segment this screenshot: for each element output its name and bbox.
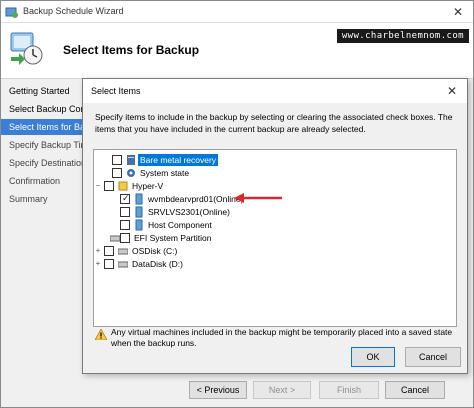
step-specify-destination: Specify Destination xyxy=(9,158,87,168)
tree-node-system-state[interactable]: System state xyxy=(102,167,402,179)
tree-label: EFI System Partition xyxy=(134,233,212,243)
tree-label: Host Component xyxy=(148,220,212,230)
wizard-titlebar: Backup Schedule Wizard ✕ xyxy=(1,1,473,23)
host-component-icon xyxy=(135,219,143,231)
tree-label: SRVLVS2301(Online) xyxy=(148,207,230,217)
backup-app-icon xyxy=(5,7,18,18)
bare-metal-icon xyxy=(127,155,135,165)
watermark-url: www.charbelnemnom.com xyxy=(336,29,469,43)
system-state-checkbox[interactable] xyxy=(112,168,122,178)
vm-checkbox[interactable] xyxy=(120,207,130,217)
osdisk-checkbox[interactable] xyxy=(104,246,114,256)
tree-label: Hyper-V xyxy=(132,181,164,191)
warning-text: Any virtual machines included in the bac… xyxy=(111,327,453,348)
vm-icon xyxy=(135,206,143,218)
warning-icon xyxy=(95,329,107,340)
items-tree[interactable]: Bare metal recovery System state − Hyper… xyxy=(93,149,457,327)
finish-button: Finish xyxy=(319,381,379,399)
expand-icon[interactable]: + xyxy=(94,260,102,268)
step-select-backup-config[interactable]: Select Backup Conf xyxy=(1,101,89,117)
page-title: Select Items for Backup xyxy=(63,43,200,57)
select-items-dialog: Select Items ✕ Specify items to include … xyxy=(82,78,468,374)
dialog-titlebar: Select Items ✕ xyxy=(83,79,467,103)
hyperv-icon xyxy=(118,181,128,191)
wizard-title: Backup Schedule Wizard xyxy=(23,6,124,16)
tree-label: wvmbdearvprd01(Online) xyxy=(148,194,244,204)
drive-icon xyxy=(110,235,120,242)
datadisk-checkbox[interactable] xyxy=(104,259,114,269)
vm-icon xyxy=(135,193,143,205)
tree-node-host-component[interactable]: Host Component xyxy=(110,219,410,231)
tree-node-vm-wvmbdearvprd01[interactable]: wvmbdearvprd01(Online) xyxy=(110,193,410,205)
dialog-title: Select Items xyxy=(91,86,141,96)
step-specify-backup-time: Specify Backup Tim xyxy=(9,140,89,150)
tree-node-osdisk[interactable]: + OSDisk (C:) xyxy=(94,245,394,257)
wizard-header: Select Items for Backup www.charbelnemno… xyxy=(1,23,473,79)
tree-node-efi[interactable]: EFI System Partition xyxy=(102,232,402,244)
efi-checkbox[interactable] xyxy=(120,233,130,243)
tree-node-hyperv[interactable]: − Hyper-V xyxy=(94,180,394,192)
tree-label: DataDisk (D:) xyxy=(132,259,184,269)
host-component-checkbox[interactable] xyxy=(120,220,130,230)
system-state-icon xyxy=(127,169,135,177)
expand-icon[interactable]: + xyxy=(94,247,102,255)
tree-label: System state xyxy=(140,168,190,178)
tree-label: OSDisk (C:) xyxy=(132,246,178,256)
tree-label[interactable]: Bare metal recovery xyxy=(138,154,219,166)
wizard-cancel-button[interactable]: Cancel xyxy=(385,381,445,399)
wizard-steps: Getting Started Select Backup Conf Selec… xyxy=(1,79,89,369)
step-select-items[interactable]: Select Items for Back xyxy=(1,119,89,135)
backup-schedule-icon xyxy=(10,32,43,65)
ok-button[interactable]: OK xyxy=(351,347,395,367)
step-confirmation: Confirmation xyxy=(9,176,61,186)
tree-node-bare-metal[interactable]: Bare metal recovery xyxy=(102,154,402,166)
dialog-cancel-button[interactable]: Cancel xyxy=(405,347,461,367)
step-getting-started[interactable]: Getting Started xyxy=(1,83,89,99)
tree-node-datadisk[interactable]: + DataDisk (D:) xyxy=(94,258,394,270)
drive-icon xyxy=(118,261,128,268)
drive-icon xyxy=(118,248,128,255)
previous-button[interactable]: < Previous xyxy=(189,381,247,399)
tree-node-vm-srvlvs2301[interactable]: SRVLVS2301(Online) xyxy=(110,206,410,218)
dialog-description: Specify items to include in the backup b… xyxy=(95,112,453,134)
dialog-close-button[interactable]: ✕ xyxy=(443,82,461,100)
collapse-icon[interactable]: − xyxy=(94,182,102,190)
vm-checkbox[interactable] xyxy=(120,193,130,204)
wizard-close-button[interactable]: ✕ xyxy=(447,3,469,21)
step-summary: Summary xyxy=(9,194,48,204)
next-button: Next > xyxy=(253,381,311,399)
hyperv-checkbox[interactable] xyxy=(104,181,114,191)
bare-metal-checkbox[interactable] xyxy=(112,155,122,165)
